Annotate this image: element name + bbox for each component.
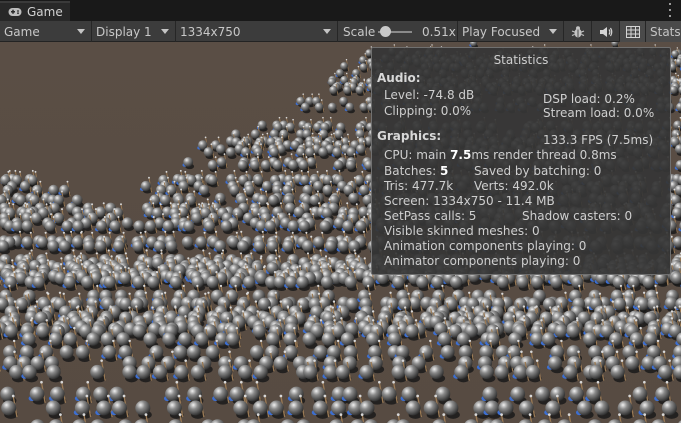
grid-icon — [625, 25, 640, 38]
chevron-down-icon — [161, 29, 169, 34]
display-label: Display 1 — [96, 24, 152, 39]
display-dropdown[interactable]: Display 1 — [92, 21, 176, 42]
more-options-icon[interactable] — [667, 3, 673, 17]
animator-components-stat: Animator components playing: 0 — [384, 254, 581, 268]
game-toolbar: Game Display 1 1334x750 Scale 0.51x Play… — [0, 21, 681, 42]
batches-prefix: Batches: — [384, 164, 440, 178]
skinned-meshes-stat: Visible skinned meshes: 0 — [384, 224, 540, 238]
tab-game[interactable]: Game — [0, 1, 70, 21]
resolution-dropdown[interactable]: 1334x750 — [176, 21, 338, 42]
chevron-down-icon — [77, 29, 85, 34]
chevron-down-icon — [323, 29, 331, 34]
chevron-down-icon — [549, 29, 557, 34]
gamepad-icon — [8, 6, 22, 18]
dsp-load: DSP load: 0.2% — [543, 92, 635, 106]
display-mode-dropdown[interactable]: Game — [0, 21, 92, 42]
setpass-stat: SetPass calls: 5 — [384, 209, 477, 223]
fps-readout: 133.3 FPS (7.5ms) — [543, 133, 654, 147]
saved-by-batching: Saved by batching: 0 — [474, 164, 602, 178]
statistics-panel: Statistics Audio: Level: -74.8 dB Clippi… — [371, 47, 671, 275]
stats-toggle-button[interactable]: Stats — [646, 21, 681, 42]
stream-load: Stream load: 0.0% — [543, 106, 655, 120]
tris-stat: Tris: 477.7k — [384, 179, 454, 193]
animation-components-stat: Animation components playing: 0 — [384, 239, 587, 253]
scale-slider-handle[interactable] — [380, 26, 391, 37]
cpu-prefix: CPU: main — [384, 148, 451, 162]
audio-clipping: Clipping: 0.0% — [384, 104, 472, 118]
cpu-suffix: ms render thread 0.8ms — [471, 148, 617, 162]
shadow-casters-stat: Shadow casters: 0 — [522, 209, 633, 223]
display-mode-label: Game — [4, 24, 40, 39]
screen-stat: Screen: 1334x750 - 11.4 MB — [384, 194, 555, 208]
stats-label: Stats — [650, 24, 681, 39]
bug-icon — [571, 25, 584, 37]
batches-stat: Batches: 5 — [384, 164, 448, 178]
audio-level: Level: -74.8 dB — [384, 88, 475, 102]
bug-button[interactable] — [564, 21, 592, 42]
batches-value: 5 — [440, 164, 449, 178]
mute-audio-button[interactable] — [592, 21, 620, 42]
scale-value: 0.51x — [422, 24, 456, 39]
speaker-icon — [599, 26, 612, 37]
play-mode-dropdown[interactable]: Play Focused — [458, 21, 564, 42]
play-mode-label: Play Focused — [462, 24, 541, 39]
audio-header: Audio: — [377, 71, 421, 85]
cpu-stats: CPU: main 7.5ms render thread 0.8ms — [384, 148, 617, 162]
statistics-title: Statistics — [493, 53, 549, 67]
tab-title: Game — [27, 5, 63, 19]
verts-stat: Verts: 492.0k — [474, 179, 554, 193]
graphics-header: Graphics: — [377, 129, 442, 143]
cpu-main-value: 7.5 — [450, 148, 472, 162]
window-tab-bar: Game — [0, 0, 681, 21]
resolution-label: 1334x750 — [180, 24, 241, 39]
scale-label: Scale — [343, 24, 376, 39]
gizmos-button[interactable] — [620, 21, 646, 42]
